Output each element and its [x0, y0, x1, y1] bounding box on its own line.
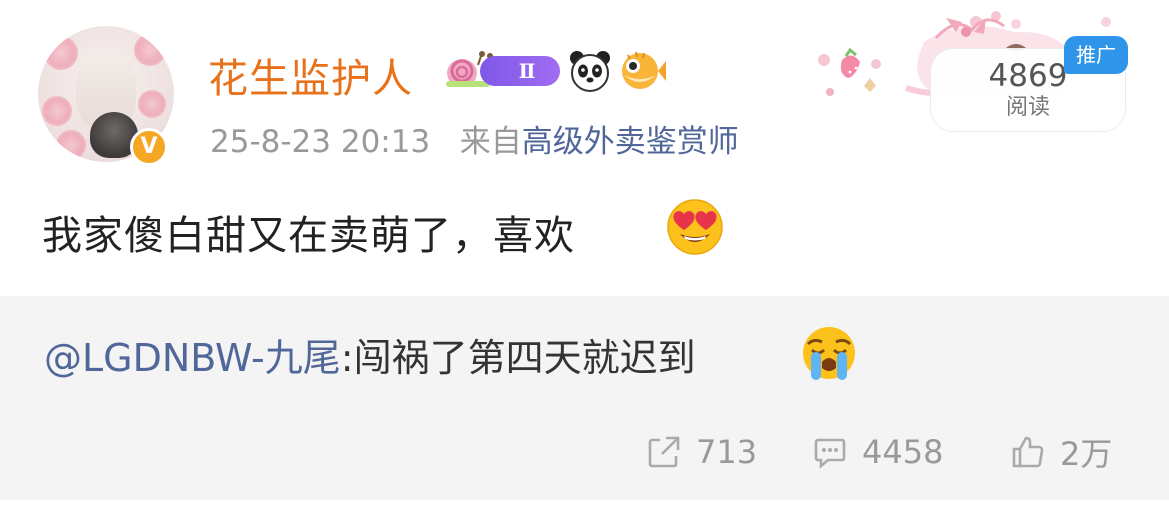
repost-content: @LGDNBW-九尾:闯祸了第四天就迟到: [44, 327, 696, 382]
post-meta: 25-8-23 20:13 来自高级外卖鉴赏师: [210, 116, 739, 161]
verified-badge-icon: V: [130, 128, 168, 166]
level-badge[interactable]: Ⅱ: [444, 51, 560, 89]
avatar-flower-decoration: [42, 96, 72, 126]
read-label: 阅读: [1005, 95, 1050, 120]
weibo-post-card: V 花生监护人 Ⅱ 25-8-23 20:13 来自高级外卖鉴赏师 4869 阅…: [0, 0, 1169, 526]
avatar-flower-decoration: [56, 130, 86, 160]
like-button[interactable]: 2万: [1010, 430, 1112, 474]
crying-face-icon: [803, 327, 855, 380]
repost-button[interactable]: 713: [646, 430, 757, 474]
avatar-flower-decoration: [138, 90, 166, 118]
like-count: 2万: [1060, 435, 1113, 473]
mention-link[interactable]: @LGDNBW-九尾: [44, 336, 341, 380]
source-link[interactable]: 高级外卖鉴赏师: [522, 124, 739, 160]
panda-icon[interactable]: [568, 49, 612, 93]
pufferfish-icon[interactable]: [618, 49, 666, 93]
heart-eyes-icon: [667, 199, 723, 255]
promo-badge[interactable]: 推广: [1064, 36, 1128, 74]
repost-text: :闯祸了第四天就迟到: [340, 336, 696, 380]
post-text: 我家傻白甜又在卖萌了，喜欢: [42, 213, 575, 259]
comment-button[interactable]: 4458: [812, 430, 943, 474]
username[interactable]: 花生监护人: [208, 46, 413, 104]
avatar-flower-decoration: [134, 34, 166, 66]
comment-count: 4458: [862, 433, 944, 471]
timestamp: 25-8-23 20:13: [210, 124, 431, 160]
level-badge-label: Ⅱ: [480, 56, 560, 86]
comment-icon: [814, 438, 846, 469]
repost-count: 713: [696, 433, 758, 471]
repost-panel[interactable]: @LGDNBW-九尾:闯祸了第四天就迟到 713 4458 2万: [0, 296, 1169, 500]
source-prefix: 来自: [459, 124, 522, 160]
avatar-flower-decoration: [44, 36, 78, 70]
thumbs-up-icon: [1012, 436, 1044, 468]
share-icon: [648, 436, 680, 468]
